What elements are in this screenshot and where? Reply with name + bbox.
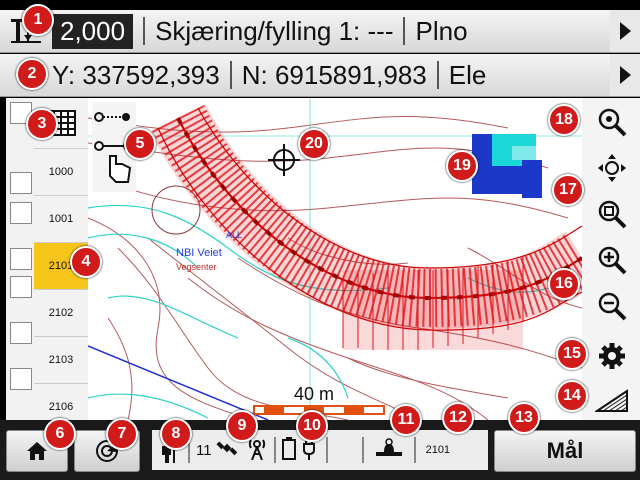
gear-icon	[599, 343, 625, 369]
callout-badge: 13	[508, 402, 540, 434]
zoom-in-icon	[598, 246, 627, 275]
terrain-slope-icon	[595, 389, 628, 412]
callout-badge: 6	[44, 418, 76, 450]
zoom-extent-button[interactable]	[592, 194, 632, 234]
callout-badge: 14	[556, 380, 588, 412]
next-field-label: Plno	[415, 15, 468, 46]
callout-badge: 9	[226, 410, 258, 442]
map-view[interactable]: NBI Veiet Vegsenter ALL 40 m	[88, 98, 582, 420]
separator	[229, 61, 232, 89]
map-label: Vegsenter	[176, 262, 217, 272]
settings-button[interactable]	[592, 336, 632, 376]
measure-button[interactable]: Mål	[494, 430, 636, 472]
n-coordinate: N: 6915891,983	[241, 59, 427, 90]
map-controls-panel	[582, 98, 640, 420]
crosshair-icon	[268, 144, 300, 176]
scale-label: 40 m	[294, 384, 334, 404]
y-coordinate: Y: 337592,393	[52, 59, 220, 90]
line-tool-icon[interactable]	[94, 108, 132, 131]
zoom-target-icon	[598, 108, 627, 137]
checkbox[interactable]	[10, 276, 32, 298]
callout-badge: 17	[552, 174, 584, 206]
code-item[interactable]: 1000	[34, 149, 88, 196]
callout-badge: 15	[556, 338, 588, 370]
checkbox[interactable]	[10, 322, 32, 344]
callout-badge: 3	[26, 108, 58, 140]
zoom-extent-icon	[598, 200, 627, 229]
callout-badge: 20	[298, 128, 330, 160]
satellite-icon	[216, 437, 238, 463]
separator	[436, 61, 439, 89]
checkbox[interactable]	[10, 172, 32, 194]
pan-button[interactable]	[592, 148, 632, 188]
callout-badge: 1	[22, 4, 54, 36]
map-label: NBI Veiet	[176, 247, 222, 259]
separator	[403, 17, 406, 45]
zoom-in-button[interactable]	[592, 240, 632, 280]
callout-badge: 10	[296, 410, 328, 442]
callout-badge: 19	[446, 150, 478, 182]
coordinate-bar[interactable]: Y: 337592,393 N: 6915891,983 Ele	[0, 54, 640, 97]
callout-badge: 5	[124, 128, 156, 160]
terrain-view-button[interactable]	[592, 380, 632, 420]
next-arrow-icon[interactable]	[610, 54, 640, 96]
next-arrow-icon[interactable]	[610, 10, 640, 52]
target-prism-icon	[374, 438, 404, 462]
zoom-out-button[interactable]	[592, 286, 632, 326]
boundary-line	[88, 345, 269, 420]
callout-badge: 2	[16, 58, 48, 90]
top-info-bar[interactable]: 2,000 Skjæring/fylling 1: --- Plno	[0, 10, 640, 53]
home-icon	[27, 442, 47, 460]
battery-icon	[281, 436, 296, 464]
code-item[interactable]: 1001	[34, 196, 88, 243]
measure-button-label: Mål	[546, 438, 584, 463]
callout-badge: 11	[390, 404, 422, 436]
active-code: 2101	[425, 444, 451, 456]
code-item[interactable]: 2102	[34, 290, 88, 337]
zoom-out-icon	[598, 292, 627, 321]
pan-icon	[598, 154, 626, 182]
satellite-count: 11	[196, 441, 212, 459]
callout-badge: 7	[106, 418, 138, 450]
map-label: ALL	[226, 230, 242, 240]
callout-badge: 18	[548, 104, 580, 136]
cut-fill-value: 2,000	[52, 13, 134, 49]
next-field-label: Ele	[448, 59, 487, 90]
callout-badge: 12	[442, 402, 474, 434]
cut-fill-label: Skjæring/fylling 1: ---	[155, 15, 394, 46]
terrain-patch	[472, 134, 542, 198]
checkbox[interactable]	[10, 202, 32, 224]
callout-badge: 4	[70, 246, 102, 278]
callout-badge: 16	[548, 268, 580, 300]
code-item[interactable]: 2103	[34, 337, 88, 384]
zoom-to-point-button[interactable]	[592, 102, 632, 142]
checkbox[interactable]	[10, 248, 32, 270]
checkbox[interactable]	[10, 368, 32, 390]
callout-badge: 8	[160, 418, 192, 450]
separator	[143, 17, 146, 45]
